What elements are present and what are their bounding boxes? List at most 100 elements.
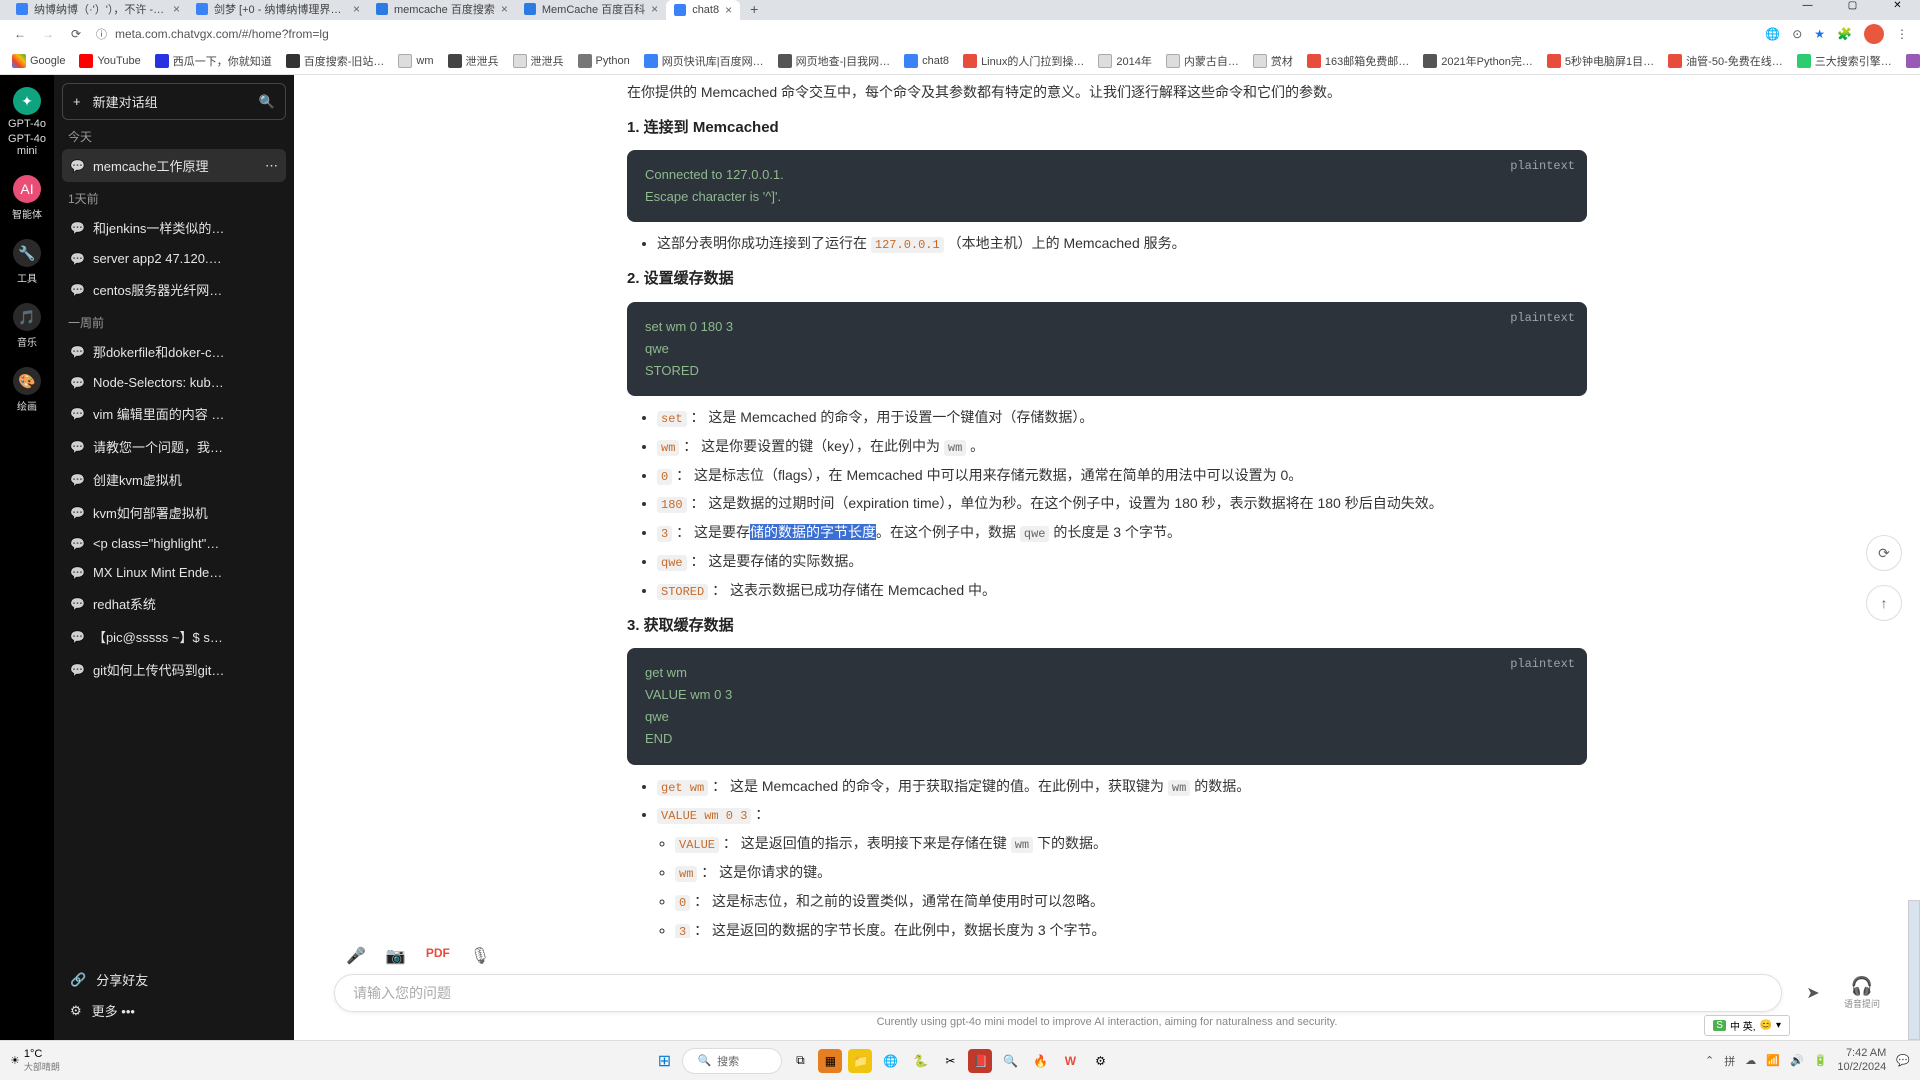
battery-icon[interactable]: 🔋	[1814, 1054, 1828, 1067]
back-button[interactable]: ←	[12, 27, 28, 41]
bookmark-item[interactable]: Linux的人门拉到操…	[963, 53, 1084, 69]
tab-3[interactable]: MemCache 百度百科×	[516, 0, 666, 20]
bookmark-star-icon[interactable]: ★	[1814, 27, 1825, 41]
app-icon[interactable]: 📕	[968, 1049, 992, 1073]
app-icon[interactable]: ▦	[818, 1049, 842, 1073]
clock[interactable]: 7:42 AM 10/2/2024	[1837, 1047, 1886, 1073]
volume-icon[interactable]: 🔊	[1790, 1054, 1804, 1067]
close-icon[interactable]: ×	[173, 2, 180, 16]
bookmark-item[interactable]: 油管-50-免费在线…	[1668, 53, 1783, 69]
minimize-button[interactable]: —	[1785, 0, 1830, 20]
app-icon[interactable]: 🔥	[1028, 1049, 1052, 1073]
chat-item[interactable]: 💬和jenkins一样类似的…	[62, 211, 286, 244]
language-indicator[interactable]: 拼	[1724, 1053, 1735, 1069]
app-icon[interactable]: 🔍	[998, 1049, 1022, 1073]
chat-item[interactable]: 💬MX Linux Mint Ende…	[62, 558, 286, 587]
chat-item[interactable]: 💬centos服务器光纤网…	[62, 273, 286, 306]
app-icon[interactable]: W	[1058, 1049, 1082, 1073]
notification-icon[interactable]: 💬	[1896, 1054, 1910, 1067]
send-button[interactable]: ➤	[1798, 983, 1828, 1003]
bookmark-item[interactable]: 百度搜索-旧站…	[286, 53, 385, 69]
emoji-icon[interactable]: 😊	[1760, 1020, 1772, 1031]
rail-tools[interactable]: 🔧 工具	[13, 239, 41, 285]
bookmark-item[interactable]: 泄泄兵	[448, 53, 499, 69]
menu-icon[interactable]: ⋮	[1896, 27, 1908, 41]
task-view-icon[interactable]: ⧉	[788, 1049, 812, 1073]
taskbar-search[interactable]: 🔍搜索	[682, 1048, 782, 1074]
bookmark-item[interactable]: 三大搜索引擎…	[1797, 53, 1892, 69]
bookmark-item[interactable]: 泄泄兵	[513, 53, 564, 69]
url-box[interactable]: ⓘ meta.com.chatvgx.com/#/home?from=lg	[96, 26, 1753, 42]
scroll-top-button[interactable]: ↑	[1866, 585, 1902, 621]
chat-item[interactable]: 💬git如何上传代码到git…	[62, 653, 286, 686]
app-icon[interactable]: ⚙	[1088, 1049, 1112, 1073]
more-button[interactable]: ⚙更多 •••	[70, 995, 278, 1026]
bookmark-item[interactable]: chat8	[904, 54, 949, 68]
headphones-icon[interactable]: 🎧	[1844, 976, 1880, 997]
bookmark-item[interactable]: 2014年	[1098, 53, 1151, 69]
bookmark-item[interactable]: 内蒙古自…	[1166, 53, 1239, 69]
tray-chevron-icon[interactable]: ⌃	[1705, 1054, 1714, 1067]
chat-item[interactable]: 💬memcache工作原理⋯	[62, 149, 286, 182]
right-side-tool[interactable]	[1908, 900, 1920, 1040]
search-icon[interactable]: 🔍	[259, 94, 275, 110]
refresh-float-button[interactable]: ⟳	[1866, 535, 1902, 571]
camera-icon[interactable]: 📷	[386, 946, 406, 966]
app-icon[interactable]: 📁	[848, 1049, 872, 1073]
chrome-icon[interactable]: 🌐	[878, 1049, 902, 1073]
chat-item[interactable]: 💬<p class="highlight"…	[62, 529, 286, 558]
close-icon[interactable]: ×	[353, 2, 360, 16]
bookmark-item[interactable]: YouTube	[79, 54, 140, 68]
bookmark-item[interactable]: Python	[578, 54, 630, 68]
bookmark-item[interactable]: 5秒钟电脑屏1目…	[1547, 53, 1654, 69]
translate-icon[interactable]: 🌐	[1765, 27, 1780, 41]
input-box[interactable]	[334, 974, 1782, 1012]
message-input[interactable]	[353, 985, 1763, 1001]
voice-icon[interactable]: 🎤	[346, 946, 366, 966]
lens-icon[interactable]: ⊙	[1792, 27, 1802, 41]
app-icon[interactable]: 🐍	[908, 1049, 932, 1073]
chat-item[interactable]: 💬kvm如何部署虚拟机	[62, 496, 286, 529]
tab-0[interactable]: 纳博纳博（·'）'），不许 --b…×	[8, 0, 188, 20]
close-icon[interactable]: ×	[501, 2, 508, 16]
reload-button[interactable]: ⟳	[68, 27, 84, 41]
maximize-button[interactable]: ▢	[1830, 0, 1875, 20]
app-icon[interactable]: ✂	[938, 1049, 962, 1073]
bookmark-item[interactable]: 网页地查-|目我网…	[778, 53, 891, 69]
share-button[interactable]: 🔗分享好友	[70, 964, 278, 995]
tab-2[interactable]: memcache 百度搜索×	[368, 0, 516, 20]
more-icon[interactable]: ⋯	[265, 158, 278, 174]
start-button[interactable]: ⊞	[652, 1049, 676, 1073]
new-chat-button[interactable]: + 新建对话组 🔍	[62, 83, 286, 120]
new-tab-button[interactable]: +	[740, 0, 768, 20]
tab-1[interactable]: 剑梦 [+0 - 纳博纳博理界第…×	[188, 0, 368, 20]
extensions-icon[interactable]: 🧩	[1837, 27, 1852, 41]
chat-item[interactable]: 💬那dokerfile和doker-c…	[62, 335, 286, 368]
bookmark-item[interactable]: 2021年Python完…	[1423, 53, 1533, 69]
bookmark-item[interactable]: 赏材	[1253, 53, 1293, 69]
chat-item[interactable]: 💬redhat系统	[62, 587, 286, 620]
chat-item[interactable]: 💬创建kvm虚拟机	[62, 463, 286, 496]
bookmark-item[interactable]: 网页快讯库|百度网…	[644, 53, 764, 69]
close-button[interactable]: ✕	[1875, 0, 1920, 20]
bookmark-item[interactable]: Google	[12, 54, 65, 68]
weather-widget[interactable]: ☀ 1°C 大部晴朗	[10, 1048, 60, 1073]
chat-item[interactable]: 💬请教您一个问题，我…	[62, 430, 286, 463]
rail-gpt[interactable]: ✦ GPT-4o GPT-4o mini	[0, 87, 54, 157]
chat-item[interactable]: 💬server app2 47.120.…	[62, 244, 286, 273]
bookmark-item[interactable]: 西瓜一下，你就知道	[155, 53, 272, 69]
chat-item[interactable]: 💬【pic@sssss ~】$ s…	[62, 620, 286, 653]
profile-icon[interactable]	[1864, 24, 1884, 44]
forward-button[interactable]: →	[40, 27, 56, 41]
pdf-icon[interactable]: PDF	[426, 946, 450, 966]
rail-ai[interactable]: AI 智能体	[12, 175, 42, 221]
ime-badge[interactable]: S 中 英, 😊 ▾	[1704, 1015, 1790, 1036]
bookmark-item[interactable]: 搭建DevOps流程！…	[1906, 53, 1920, 69]
close-icon[interactable]: ×	[725, 3, 732, 17]
chat-item[interactable]: 💬vim 编辑里面的内容 …	[62, 397, 286, 430]
chevron-down-icon[interactable]: ▾	[1776, 1020, 1781, 1031]
rail-music[interactable]: 🎵 音乐	[13, 303, 41, 349]
chat-item[interactable]: 💬Node-Selectors: kub…	[62, 368, 286, 397]
bookmark-item[interactable]: wm	[398, 54, 433, 68]
rail-art[interactable]: 🎨 绘画	[13, 367, 41, 413]
